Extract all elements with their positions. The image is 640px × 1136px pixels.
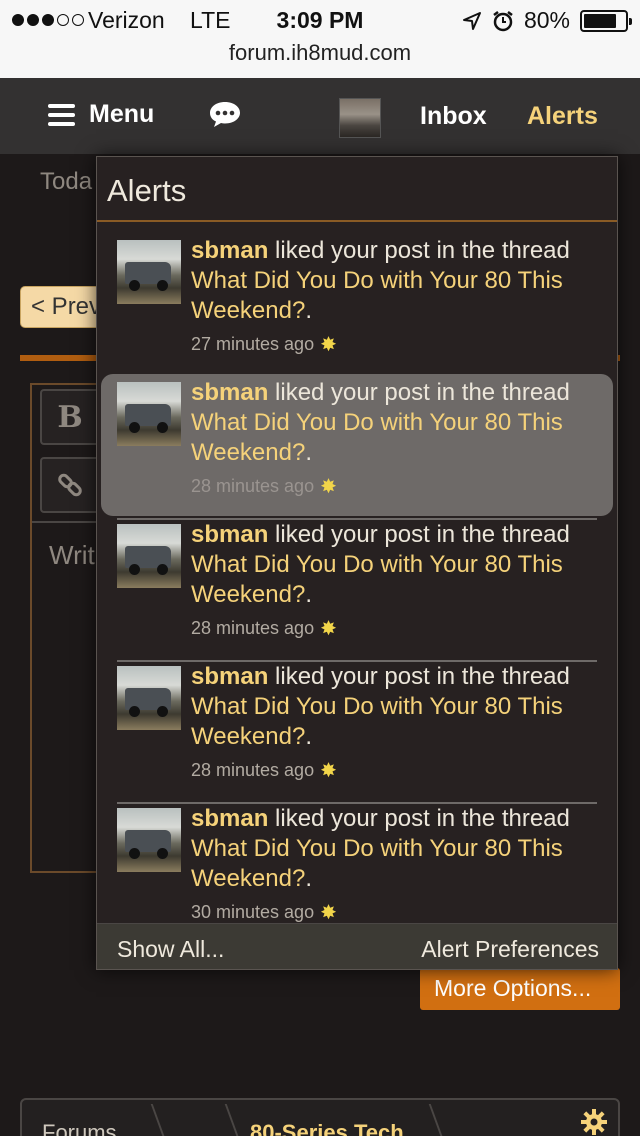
alert-username[interactable]: sbman [191,805,268,832]
location-arrow-icon [462,11,481,30]
show-all-link[interactable]: Show All... [117,936,224,963]
popup-title: Alerts [107,173,187,208]
link-icon [58,473,82,497]
new-alert-icon: ✸ [320,617,337,640]
alert-item[interactable]: sbman liked your post in the thread What… [117,518,597,666]
alert-avatar[interactable] [117,240,181,304]
breadcrumb-separator [410,1104,446,1136]
popup-footer: Show All... Alert Preferences [97,923,617,969]
alert-thread-link[interactable]: What Did You Do with Your 80 This Weeken… [191,267,563,324]
alert-suffix: . [305,581,312,608]
alerts-list: sbman liked your post in the thread What… [97,222,617,922]
menu-button[interactable]: Menu [48,100,154,129]
battery-percent: 80% [523,7,570,33]
alert-avatar[interactable] [117,382,181,446]
today-label: Toda [40,168,93,195]
breadcrumb: Forums 80-Series Tech [20,1098,620,1136]
alert-timestamp: 28 minutes ago ✸ [191,476,337,497]
alert-timestamp: 28 minutes ago ✸ [191,760,337,781]
alert-time-text: 28 minutes ago [191,760,315,780]
alert-message: sbman liked your post in the thread What… [191,804,601,894]
alert-suffix: . [305,439,312,466]
editor-placeholder: Writ [49,540,95,570]
alert-time-text: 30 minutes ago [191,902,315,922]
alert-preferences-link[interactable]: Alert Preferences [421,936,599,963]
new-alert-icon: ✸ [320,759,337,782]
bold-button[interactable]: B [40,389,100,445]
alert-action: liked your post in the thread [268,663,570,690]
gear-icon[interactable] [580,1108,608,1136]
alert-username[interactable]: sbman [191,663,268,690]
alert-avatar[interactable] [117,666,181,730]
alert-item[interactable]: sbman liked your post in the thread What… [117,660,597,808]
alerts-link[interactable]: Alerts [527,102,598,131]
alert-action: liked your post in the thread [268,379,570,406]
alert-action: liked your post in the thread [268,521,570,548]
user-avatar[interactable] [339,98,381,138]
breadcrumb-80-series-tech[interactable]: 80-Series Tech [250,1120,404,1136]
alert-username[interactable]: sbman [191,237,268,264]
alert-item[interactable]: sbman liked your post in the thread What… [101,374,613,524]
alert-item[interactable]: sbman liked your post in the thread What… [117,802,597,922]
alert-thread-link[interactable]: What Did You Do with Your 80 This Weeken… [191,835,563,892]
alert-message: sbman liked your post in the thread What… [191,236,601,326]
chat-bubble-icon[interactable] [208,100,242,128]
alert-action: liked your post in the thread [268,805,570,832]
alerts-popup: Alerts sbman liked your post in the thre… [96,156,618,970]
alert-time-text: 28 minutes ago [191,476,315,496]
alarm-clock-icon [493,10,513,31]
alert-thread-link[interactable]: What Did You Do with Your 80 This Weeken… [191,409,563,466]
alert-action: liked your post in the thread [268,237,570,264]
link-button[interactable] [40,457,100,513]
address-bar[interactable]: forum.ih8mud.com [0,40,640,66]
alert-thread-link[interactable]: What Did You Do with Your 80 This Weeken… [191,693,563,750]
breadcrumb-separator [132,1104,168,1136]
alert-message: sbman liked your post in the thread What… [191,662,601,752]
new-alert-icon: ✸ [320,333,337,356]
alert-suffix: . [305,297,312,324]
new-alert-icon: ✸ [320,901,337,923]
alert-avatar[interactable] [117,524,181,588]
hamburger-icon [48,103,75,126]
alert-message: sbman liked your post in the thread What… [191,378,601,468]
alert-timestamp: 27 minutes ago ✸ [191,334,337,355]
alert-time-text: 28 minutes ago [191,618,315,638]
alert-suffix: . [305,865,312,892]
inbox-link[interactable]: Inbox [420,102,487,131]
menu-label: Menu [89,100,155,128]
alert-username[interactable]: sbman [191,379,268,406]
battery-icon [580,9,632,32]
new-alert-icon: ✸ [320,475,337,498]
alert-timestamp: 28 minutes ago ✸ [191,618,337,639]
alert-time-text: 27 minutes ago [191,334,315,354]
alert-timestamp: 30 minutes ago ✸ [191,902,337,922]
breadcrumb-forums[interactable]: Forums [42,1120,117,1136]
status-bar: Verizon LTE 3:09 PM 80% forum.ih8mud.com [0,0,640,78]
alert-thread-link[interactable]: What Did You Do with Your 80 This Weeken… [191,551,563,608]
alert-item[interactable]: sbman liked your post in the thread What… [117,237,597,382]
site-navbar: Menu Inbox Alerts [0,78,640,154]
alert-username[interactable]: sbman [191,521,268,548]
more-options-button[interactable]: More Options... [420,968,620,1010]
breadcrumb-separator [206,1104,242,1136]
alert-avatar[interactable] [117,808,181,872]
alert-suffix: . [305,723,312,750]
alert-message: sbman liked your post in the thread What… [191,520,601,610]
